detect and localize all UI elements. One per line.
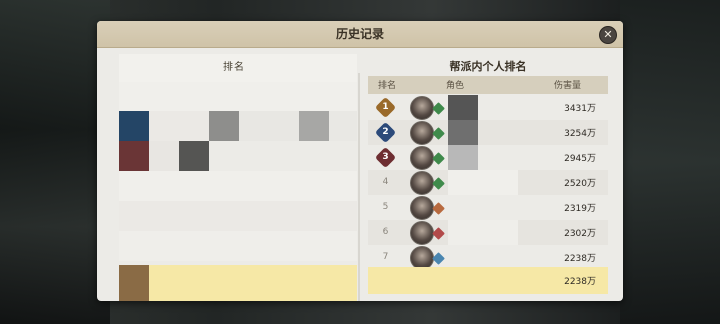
guild-ranking-header: 排名 xyxy=(119,54,357,82)
ranking-column-headers: 排名 角色 伤害量 xyxy=(368,76,608,94)
damage-value: 2302万 xyxy=(564,229,596,239)
blurred-cell xyxy=(209,111,239,141)
ranking-row: 6 2302万 xyxy=(368,220,608,245)
class-icon xyxy=(432,152,445,165)
blurred-cell xyxy=(119,171,357,201)
rank-number: 4 xyxy=(382,177,389,187)
rank-number: 5 xyxy=(382,202,389,212)
damage-value: 3254万 xyxy=(564,129,596,139)
blurred-player-name xyxy=(448,95,478,120)
ranking-row: 2 3254万 xyxy=(368,120,608,145)
class-icon xyxy=(432,227,445,240)
blurred-cell xyxy=(149,111,209,141)
character-avatar[interactable] xyxy=(410,221,434,245)
blurred-cell xyxy=(209,141,357,171)
damage-value: 2945万 xyxy=(564,154,596,164)
self-ranking-row: 2238万 xyxy=(368,267,608,294)
character-avatar[interactable] xyxy=(410,171,434,195)
class-icon xyxy=(432,252,445,265)
dialog-title: 历史记录 xyxy=(335,27,384,41)
blurred-cell xyxy=(119,231,357,261)
guild-ranking-header-label: 排名 xyxy=(223,62,245,73)
blurred-cell xyxy=(299,111,329,141)
rank-number: 6 xyxy=(382,227,389,237)
damage-value: 2319万 xyxy=(564,204,596,214)
class-icon xyxy=(432,202,445,215)
history-record-dialog: 历史记录 ✕ 排名 帮派内个人排名 排名 角色 伤害量 1 3431万 2 32… xyxy=(97,21,623,301)
ranking-row: 5 2319万 xyxy=(368,195,608,220)
damage-value: 2238万 xyxy=(564,254,596,264)
character-avatar[interactable] xyxy=(410,196,434,220)
blurred-cell xyxy=(119,111,149,141)
blurred-cell xyxy=(119,141,149,171)
blurred-self-row xyxy=(119,265,149,301)
damage-value: 3431万 xyxy=(564,104,596,114)
character-avatar[interactable] xyxy=(410,146,434,170)
blurred-cell xyxy=(149,141,179,171)
ranking-row: 1 3431万 xyxy=(368,95,608,120)
rank-number: 3 xyxy=(382,152,389,162)
panel-divider xyxy=(358,73,360,301)
personal-ranking-panel: 帮派内个人排名 排名 角色 伤害量 1 3431万 2 3254万 3 2945万 4 252… xyxy=(368,54,608,301)
column-header-role: 角色 xyxy=(446,81,465,91)
rank-number: 1 xyxy=(382,102,389,112)
dialog-header: 历史记录 ✕ xyxy=(97,21,623,48)
self-damage-value: 2238万 xyxy=(564,277,596,287)
blurred-self-row xyxy=(149,265,357,301)
column-header-damage: 伤害量 xyxy=(554,81,582,91)
blurred-player-name xyxy=(448,145,478,170)
rank-number: 7 xyxy=(382,252,389,262)
blurred-cell xyxy=(119,82,357,111)
blurred-cell xyxy=(239,111,299,141)
ranking-row: 4 2520万 xyxy=(368,170,608,195)
damage-value: 2520万 xyxy=(564,179,596,189)
column-header-rank: 排名 xyxy=(378,81,397,91)
blurred-player-name xyxy=(448,220,518,245)
ranking-row: 3 2945万 xyxy=(368,145,608,170)
rank-number: 2 xyxy=(382,127,389,137)
guild-ranking-panel: 排名 xyxy=(119,54,357,301)
blurred-cell xyxy=(119,201,357,231)
character-avatar[interactable] xyxy=(410,96,434,120)
close-button[interactable]: ✕ xyxy=(599,26,617,44)
blurred-cell xyxy=(179,141,209,171)
blurred-player-name xyxy=(448,120,478,145)
blurred-player-name xyxy=(448,195,518,220)
blurred-player-name xyxy=(448,170,518,195)
class-icon xyxy=(432,177,445,190)
class-icon xyxy=(432,102,445,115)
blurred-cell xyxy=(329,111,357,141)
class-icon xyxy=(432,127,445,140)
personal-ranking-title: 帮派内个人排名 xyxy=(449,60,527,73)
character-avatar[interactable] xyxy=(410,121,434,145)
